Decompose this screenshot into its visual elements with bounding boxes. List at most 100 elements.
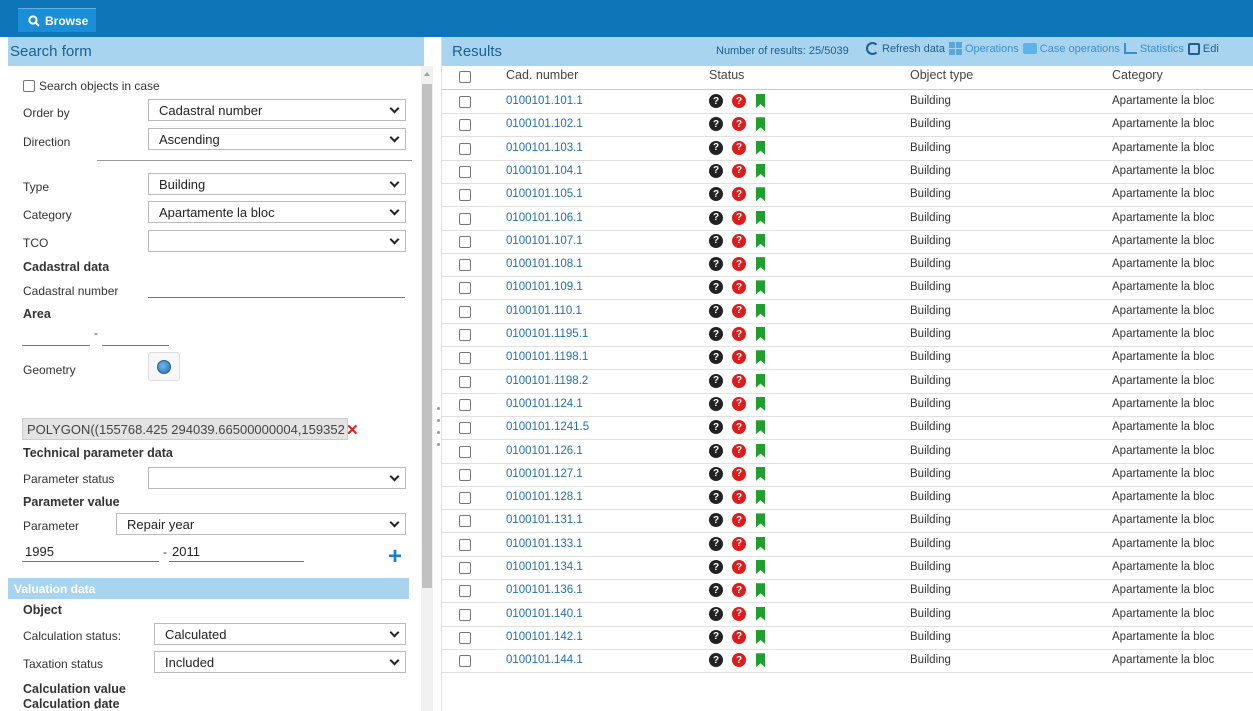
cad-number-link[interactable]: 0100101.1241.5 — [506, 421, 589, 433]
add-parameter-icon[interactable]: + — [388, 545, 402, 569]
question-icon[interactable]: ? — [709, 536, 723, 551]
bookmark-icon[interactable] — [756, 233, 765, 248]
table-row[interactable]: 0100101.107.1?? Building Apartamente la bl… — [442, 231, 1253, 254]
error-question-icon[interactable]: ? — [732, 140, 746, 155]
question-icon[interactable]: ? — [709, 490, 723, 505]
question-icon[interactable]: ? — [709, 629, 723, 644]
bookmark-icon[interactable] — [756, 373, 765, 388]
error-question-icon[interactable]: ? — [732, 117, 746, 132]
bookmark-icon[interactable] — [756, 513, 765, 528]
cad-number-link[interactable]: 0100101.109.1 — [506, 281, 583, 293]
bookmark-icon[interactable] — [756, 396, 765, 411]
col-cad-number[interactable]: Cad. number — [506, 68, 578, 82]
error-question-icon[interactable]: ? — [732, 653, 746, 668]
table-row[interactable]: 0100101.106.1?? Building Apartamente la bl… — [442, 208, 1253, 231]
row-checkbox[interactable] — [459, 631, 471, 644]
cad-number-link[interactable]: 0100101.142.1 — [506, 631, 583, 643]
question-icon[interactable]: ? — [709, 373, 723, 388]
type-select[interactable]: Building — [148, 173, 406, 195]
question-icon[interactable]: ? — [709, 327, 723, 341]
row-checkbox[interactable] — [459, 282, 471, 295]
scrollbar-thumb[interactable] — [422, 84, 432, 588]
row-checkbox[interactable] — [459, 585, 471, 598]
bookmark-icon[interactable] — [756, 350, 765, 365]
bookmark-icon[interactable] — [756, 420, 765, 435]
row-checkbox[interactable] — [459, 422, 471, 435]
table-row[interactable]: 0100101.136.1?? Building Apartamente la bl… — [442, 580, 1253, 604]
question-icon[interactable]: ? — [709, 94, 723, 108]
cad-number-link[interactable]: 0100101.105.1 — [506, 188, 583, 200]
question-icon[interactable]: ? — [709, 420, 723, 435]
row-checkbox[interactable] — [459, 189, 471, 202]
error-question-icon[interactable]: ? — [732, 94, 746, 108]
cad-number-link[interactable]: 0100101.101.1 — [506, 95, 583, 107]
area-from-input[interactable] — [22, 328, 90, 346]
edit-button[interactable]: Edi — [1187, 42, 1219, 55]
scroll-up-icon[interactable] — [424, 72, 430, 76]
error-question-icon[interactable]: ? — [732, 280, 746, 295]
row-checkbox[interactable] — [459, 375, 471, 388]
question-icon[interactable]: ? — [709, 140, 723, 155]
table-row[interactable]: 0100101.110.1?? Building Apartamente la bl… — [442, 301, 1253, 324]
error-question-icon[interactable]: ? — [732, 373, 746, 388]
browse-tab[interactable]: Browse — [18, 8, 96, 32]
table-row[interactable]: 0100101.103.1?? Building Apartamente la bl… — [442, 138, 1253, 161]
category-select[interactable]: Apartamente la bloc — [148, 201, 406, 223]
row-checkbox[interactable] — [459, 515, 471, 528]
bookmark-icon[interactable] — [756, 280, 765, 295]
cad-number-link[interactable]: 0100101.131.1 — [506, 514, 583, 526]
question-icon[interactable]: ? — [709, 653, 723, 668]
cad-number-link[interactable]: 0100101.1198.2 — [506, 375, 588, 387]
table-row[interactable]: 0100101.127.1?? Building Apartamente la bl… — [442, 464, 1253, 487]
col-status[interactable]: Status — [709, 68, 744, 82]
table-row[interactable]: 0100101.131.1?? Building Apartamente la bl… — [442, 510, 1253, 534]
question-icon[interactable]: ? — [709, 210, 723, 225]
geometry-field[interactable]: POLYGON((155768.425 294039.66500000004,1… — [22, 418, 348, 440]
taxation-status-select[interactable]: Included — [154, 651, 406, 673]
cad-number-link[interactable]: 0100101.126.1 — [506, 445, 583, 457]
table-row[interactable]: 0100101.102.1?? Building Apartamente la bl… — [442, 114, 1253, 138]
table-row[interactable]: 0100101.1241.5?? Building Apartamente la b… — [442, 417, 1253, 441]
question-icon[interactable]: ? — [709, 350, 723, 365]
question-icon[interactable]: ? — [709, 513, 723, 528]
cad-number-link[interactable]: 0100101.107.1 — [506, 235, 583, 247]
table-row[interactable]: 0100101.1195.1?? Building Apartamente la b… — [442, 324, 1253, 347]
row-checkbox[interactable] — [459, 468, 471, 481]
row-checkbox[interactable] — [459, 305, 471, 318]
tco-select[interactable] — [148, 230, 406, 252]
question-icon[interactable]: ? — [709, 396, 723, 411]
error-question-icon[interactable]: ? — [732, 536, 746, 551]
order-by-select[interactable]: Cadastral number — [148, 99, 406, 121]
question-icon[interactable]: ? — [709, 560, 723, 574]
refresh-button[interactable]: Refresh data — [866, 42, 945, 55]
cadastral-number-input[interactable] — [148, 280, 405, 298]
error-question-icon[interactable]: ? — [732, 187, 746, 202]
error-question-icon[interactable]: ? — [732, 629, 746, 644]
row-checkbox[interactable] — [459, 398, 471, 411]
error-question-icon[interactable]: ? — [732, 210, 746, 225]
question-icon[interactable]: ? — [709, 233, 723, 248]
range-to-input[interactable]: 2011 — [169, 544, 304, 562]
cad-number-link[interactable]: 0100101.1198.1 — [506, 351, 588, 363]
parameter-select[interactable]: Repair year — [116, 513, 406, 535]
bookmark-icon[interactable] — [756, 210, 765, 225]
error-question-icon[interactable]: ? — [732, 233, 746, 248]
question-icon[interactable]: ? — [709, 257, 723, 272]
bookmark-icon[interactable] — [756, 490, 765, 505]
row-checkbox[interactable] — [459, 538, 471, 551]
area-to-input[interactable] — [102, 328, 169, 346]
row-checkbox[interactable] — [459, 655, 471, 668]
statistics-button[interactable]: Statistics — [1123, 43, 1184, 55]
table-row[interactable]: 0100101.133.1?? Building Apartamente la bl… — [442, 534, 1253, 557]
bookmark-icon[interactable] — [756, 163, 765, 178]
question-icon[interactable]: ? — [709, 606, 723, 621]
error-question-icon[interactable]: ? — [732, 257, 746, 272]
bookmark-icon[interactable] — [756, 257, 765, 272]
cad-number-link[interactable]: 0100101.127.1 — [506, 468, 583, 480]
error-question-icon[interactable]: ? — [732, 396, 746, 411]
cad-number-link[interactable]: 0100101.134.1 — [506, 561, 583, 573]
row-checkbox[interactable] — [459, 119, 471, 132]
table-row[interactable]: 0100101.101.1?? Building Apartamente la bl… — [442, 91, 1253, 114]
cad-number-link[interactable]: 0100101.144.1 — [506, 654, 583, 666]
error-question-icon[interactable]: ? — [732, 350, 746, 365]
